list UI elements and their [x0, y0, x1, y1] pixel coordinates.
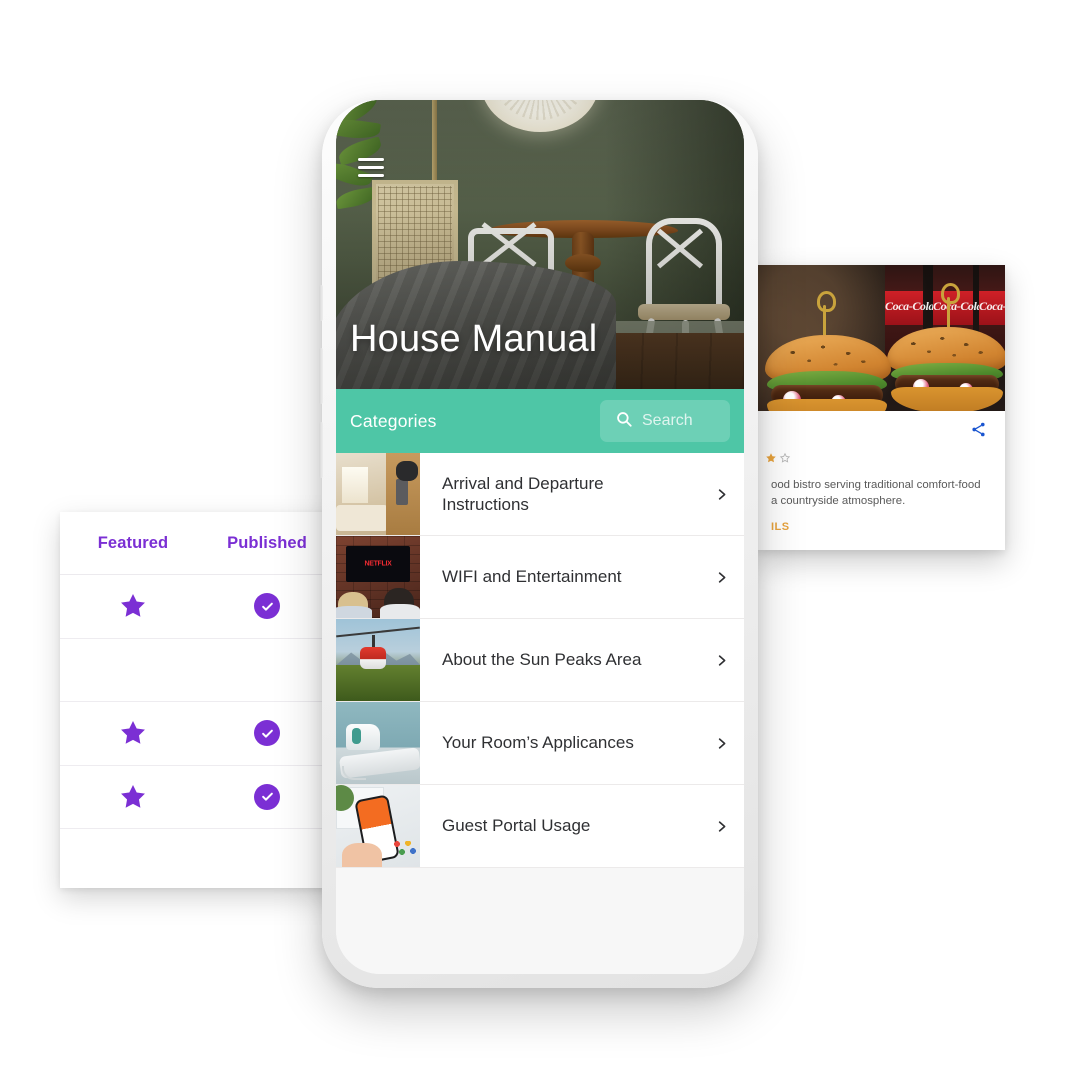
star-empty-icon	[779, 452, 791, 463]
cell-featured[interactable]	[60, 718, 192, 748]
cell-published[interactable]	[192, 783, 342, 810]
table-row[interactable]	[60, 639, 345, 702]
cell-featured[interactable]	[60, 591, 192, 621]
list-empty-space	[336, 868, 744, 974]
list-item-label: WIFI and Entertainment	[442, 567, 622, 587]
check-circle-icon[interactable]	[254, 783, 280, 810]
composition-stage: Featured Published Coca-Cola Coca-Cola C…	[0, 0, 1080, 1080]
cell-published[interactable]	[192, 720, 342, 747]
categories-list: Arrival and Departure Instructions NETFL…	[336, 453, 744, 868]
list-item[interactable]: Arrival and Departure Instructions	[336, 453, 744, 536]
star-icon[interactable]	[118, 591, 148, 621]
table-row[interactable]	[60, 702, 345, 766]
list-item[interactable]: Guest Portal Usage	[336, 785, 744, 868]
search-placeholder: Search	[642, 412, 693, 429]
table-header-row: Featured Published	[60, 512, 345, 575]
thumbnail-iron-board	[336, 702, 420, 784]
cell-featured[interactable]	[60, 782, 192, 812]
chevron-right-icon[interactable]	[698, 619, 744, 701]
table-row[interactable]	[60, 575, 345, 639]
share-icon[interactable]	[970, 421, 987, 443]
star-icon[interactable]	[118, 718, 148, 748]
list-item-label: About the Sun Peaks Area	[442, 650, 642, 670]
chevron-right-icon[interactable]	[698, 536, 744, 618]
list-item-label: Arrival and Departure Instructions	[442, 473, 604, 514]
categories-title: Categories	[350, 410, 437, 431]
check-circle-icon[interactable]	[254, 720, 280, 747]
see-details-button[interactable]: ILS	[771, 521, 991, 533]
list-item[interactable]: NETFLIX WIFI and Entertainment	[336, 536, 744, 619]
search-input[interactable]: Search	[600, 400, 730, 442]
chevron-right-icon[interactable]	[698, 453, 744, 535]
table-row[interactable]	[60, 766, 345, 829]
table-row[interactable]	[60, 829, 345, 888]
rating-stars	[766, 449, 991, 467]
star-icon[interactable]	[118, 782, 148, 812]
phone-volume-down-button[interactable]	[319, 422, 323, 478]
phone-mockup: House Manual Categories Search Arrival a…	[319, 100, 758, 988]
restaurant-description: ood bistro serving traditional comfort-f…	[771, 477, 991, 509]
star-filled-icon	[766, 453, 776, 463]
list-item[interactable]: About the Sun Peaks Area	[336, 619, 744, 702]
list-item[interactable]: Your Room’s Applicances	[336, 702, 744, 785]
phone-side-button[interactable]	[319, 285, 323, 321]
list-item-label: Your Room’s Applicances	[442, 733, 634, 753]
phone-volume-up-button[interactable]	[319, 348, 323, 404]
column-header-featured: Featured	[97, 533, 169, 552]
chevron-right-icon[interactable]	[698, 785, 744, 867]
restaurant-description-line-2: a countryside atmosphere.	[771, 495, 906, 508]
restaurant-card[interactable]: Coca-Cola Coca-Cola Coca-Cola	[757, 265, 1005, 550]
check-circle-icon[interactable]	[254, 593, 280, 620]
hero-banner: House Manual	[336, 100, 744, 389]
hamburger-menu-icon[interactable]	[358, 158, 384, 177]
featured-published-table-card: Featured Published	[60, 512, 345, 888]
thumbnail-phone-app	[336, 785, 420, 867]
thumbnail-hotel-room-door	[336, 453, 420, 535]
restaurant-card-body: ood bistro serving traditional comfort-f…	[757, 411, 1005, 550]
column-header-published: Published	[227, 533, 307, 552]
phone-screen: House Manual Categories Search Arrival a…	[336, 100, 744, 974]
cell-published[interactable]	[192, 593, 342, 620]
page-title: House Manual	[350, 318, 598, 360]
categories-bar: Categories Search	[336, 389, 744, 453]
restaurant-description-line-1: ood bistro serving traditional comfort-f…	[771, 479, 981, 491]
restaurant-photo: Coca-Cola Coca-Cola Coca-Cola	[757, 265, 1005, 411]
search-icon	[615, 410, 633, 433]
list-item-label: Guest Portal Usage	[442, 816, 591, 836]
chevron-right-icon[interactable]	[698, 702, 744, 784]
thumbnail-gondola-mountain	[336, 619, 420, 701]
thumbnail-netflix-tv: NETFLIX	[336, 536, 420, 618]
